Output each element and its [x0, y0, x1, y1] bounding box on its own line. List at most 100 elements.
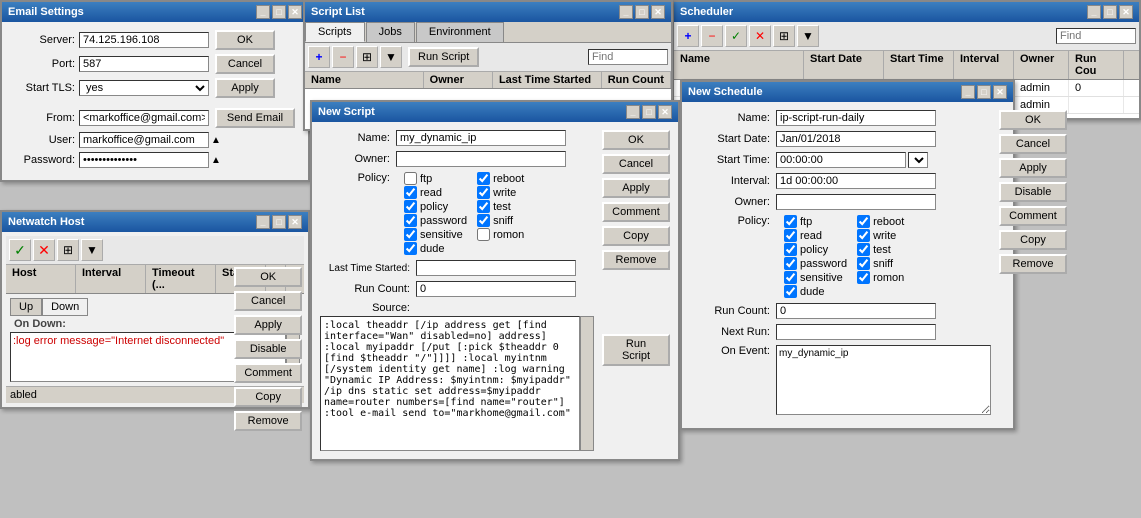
user-scroll-up[interactable]: ▲ — [211, 135, 221, 146]
nsch-policy-reboot[interactable]: reboot — [857, 215, 920, 228]
nsch-cancel-btn[interactable]: Cancel — [999, 134, 1067, 154]
nsch-policy-read[interactable]: read — [784, 229, 847, 242]
netwatch-filter-btn[interactable]: ▼ — [81, 239, 103, 261]
sched-move-btn[interactable]: ⊞ — [773, 25, 795, 47]
tab-scripts[interactable]: Scripts — [305, 22, 365, 42]
nsch-comment-btn[interactable]: Comment — [999, 206, 1067, 226]
cancel-button[interactable]: Cancel — [215, 54, 275, 74]
nsch-close-btn[interactable]: ✕ — [993, 85, 1007, 99]
password-input[interactable] — [79, 152, 209, 168]
ns-cancel-btn[interactable]: Cancel — [602, 154, 670, 174]
apply-button[interactable]: Apply — [215, 78, 275, 98]
nsch-policy-test[interactable]: test — [857, 243, 920, 256]
nsch-policy-ftp[interactable]: ftp — [784, 215, 847, 228]
password-scroll-up[interactable]: ▲ — [211, 155, 221, 166]
send-email-button[interactable]: Send Email — [215, 108, 295, 128]
ns-owner-input[interactable] — [396, 151, 566, 167]
nsch-min-btn[interactable]: _ — [961, 85, 975, 99]
nsch-owner-input[interactable] — [776, 194, 936, 210]
ns-ok-btn[interactable]: OK — [602, 130, 670, 150]
sched-max-btn[interactable]: □ — [1103, 5, 1117, 19]
nsch-policy-dude[interactable]: dude — [784, 285, 847, 298]
sched-check-btn[interactable]: ✓ — [725, 25, 747, 47]
sched-filter-btn[interactable]: ▼ — [797, 25, 819, 47]
sl-filter-btn[interactable]: ▼ — [380, 46, 402, 68]
policy-sensitive[interactable]: sensitive — [404, 228, 467, 241]
from-input[interactable] — [79, 110, 209, 126]
email-settings-min-btn[interactable]: _ — [256, 5, 270, 19]
nsch-time-dropdown[interactable]: ▼ — [908, 152, 928, 168]
sl-move-btn[interactable]: ⊞ — [356, 46, 378, 68]
nsch-apply-btn[interactable]: Apply — [999, 158, 1067, 178]
ns-close-btn[interactable]: ✕ — [658, 105, 672, 119]
nsch-run-count-input[interactable] — [776, 303, 936, 319]
tab-up[interactable]: Up — [10, 298, 42, 316]
policy-policy[interactable]: policy — [404, 200, 467, 213]
policy-ftp[interactable]: ftp — [404, 172, 467, 185]
sched-remove-btn[interactable]: − — [701, 25, 723, 47]
source-textarea[interactable]: :local theaddr [/ip address get [find in… — [320, 316, 580, 451]
email-settings-max-btn[interactable]: □ — [272, 5, 286, 19]
netwatch-min-btn[interactable]: _ — [256, 215, 270, 229]
sl-close-btn[interactable]: ✕ — [651, 5, 665, 19]
netwatch-cancel-btn[interactable]: Cancel — [234, 291, 302, 311]
ns-max-btn[interactable]: □ — [642, 105, 656, 119]
netwatch-max-btn[interactable]: □ — [272, 215, 286, 229]
tab-down[interactable]: Down — [42, 298, 88, 316]
nsch-copy-btn[interactable]: Copy — [999, 230, 1067, 250]
sl-add-btn[interactable]: + — [308, 46, 330, 68]
ns-remove-btn[interactable]: Remove — [602, 250, 670, 270]
tab-environment[interactable]: Environment — [416, 22, 504, 42]
ns-name-input[interactable] — [396, 130, 566, 146]
policy-reboot[interactable]: reboot — [477, 172, 540, 185]
netwatch-move-btn[interactable]: ⊞ — [57, 239, 79, 261]
policy-sniff[interactable]: sniff — [477, 214, 540, 227]
netwatch-ok-btn[interactable]: OK — [234, 267, 302, 287]
policy-test[interactable]: test — [477, 200, 540, 213]
nsch-policy-sensitive[interactable]: sensitive — [784, 271, 847, 284]
ns-run-script-btn[interactable]: Run Script — [602, 334, 670, 366]
server-input[interactable] — [79, 32, 209, 48]
sl-search-input[interactable] — [588, 49, 668, 65]
ns-copy-btn[interactable]: Copy — [602, 226, 670, 246]
policy-dude[interactable]: dude — [404, 242, 467, 255]
netwatch-cross-btn[interactable]: ✕ — [33, 239, 55, 261]
nsch-name-input[interactable] — [776, 110, 936, 126]
policy-write[interactable]: write — [477, 186, 540, 199]
nsch-policy-password[interactable]: password — [784, 257, 847, 270]
ns-last-time-input[interactable] — [416, 260, 576, 276]
nsch-max-btn[interactable]: □ — [977, 85, 991, 99]
run-script-btn[interactable]: Run Script — [408, 47, 479, 67]
nsch-on-event-textarea[interactable]: my_dynamic_ip — [776, 345, 991, 415]
netwatch-check-btn[interactable]: ✓ — [9, 239, 31, 261]
nsch-start-date-input[interactable] — [776, 131, 936, 147]
user-input[interactable] — [79, 132, 209, 148]
tab-jobs[interactable]: Jobs — [366, 22, 415, 42]
sl-min-btn[interactable]: _ — [619, 5, 633, 19]
sched-cross-btn[interactable]: ✕ — [749, 25, 771, 47]
netwatch-disable-btn[interactable]: Disable — [234, 339, 302, 359]
netwatch-copy-btn[interactable]: Copy — [234, 387, 302, 407]
sched-search-input[interactable] — [1056, 28, 1136, 44]
policy-password[interactable]: password — [404, 214, 467, 227]
nsch-interval-input[interactable] — [776, 173, 936, 189]
ns-comment-btn[interactable]: Comment — [602, 202, 670, 222]
nsch-policy-write[interactable]: write — [857, 229, 920, 242]
email-settings-close-btn[interactable]: ✕ — [288, 5, 302, 19]
ok-button[interactable]: OK — [215, 30, 275, 50]
ns-apply-btn[interactable]: Apply — [602, 178, 670, 198]
nsch-policy-policy[interactable]: policy — [784, 243, 847, 256]
sched-min-btn[interactable]: _ — [1087, 5, 1101, 19]
netwatch-comment-btn[interactable]: Comment — [234, 363, 302, 383]
netwatch-close-btn[interactable]: ✕ — [288, 215, 302, 229]
policy-romon[interactable]: romon — [477, 228, 540, 241]
netwatch-remove-btn[interactable]: Remove — [234, 411, 302, 431]
nsch-policy-romon[interactable]: romon — [857, 271, 920, 284]
sl-max-btn[interactable]: □ — [635, 5, 649, 19]
nsch-next-run-input[interactable] — [776, 324, 936, 340]
policy-read[interactable]: read — [404, 186, 467, 199]
nsch-disable-btn[interactable]: Disable — [999, 182, 1067, 202]
ns-run-count-input[interactable] — [416, 281, 576, 297]
nsch-policy-sniff[interactable]: sniff — [857, 257, 920, 270]
sl-remove-btn[interactable]: − — [332, 46, 354, 68]
